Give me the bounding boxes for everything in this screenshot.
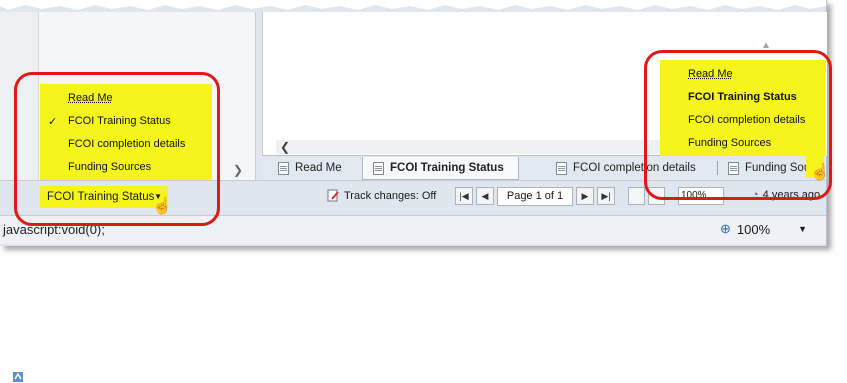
doc-icon — [373, 161, 384, 175]
first-page-button[interactable]: |◀ — [455, 187, 473, 205]
track-changes-icon — [327, 189, 339, 202]
last-page-button[interactable]: ▶| — [597, 187, 615, 205]
browser-zoom-label: 100% — [736, 221, 771, 237]
chevron-down-icon[interactable]: ▼ — [798, 224, 807, 234]
scroll-right-arrow[interactable]: ❯ — [233, 163, 243, 177]
highlight-ring-left — [14, 72, 220, 226]
tab-read-me[interactable]: Read Me — [278, 157, 342, 179]
doc-icon — [556, 161, 567, 175]
prev-page-button[interactable]: ◀ — [476, 187, 494, 205]
track-changes-label: Track changes: Off — [344, 189, 437, 202]
zoom-icon: ⊕ — [720, 221, 731, 236]
tab-fcoi-training-status[interactable]: FCOI Training Status — [362, 157, 519, 180]
page-view-icon[interactable] — [628, 187, 645, 205]
browser-zoom[interactable]: ⊕ 100% ▼ — [720, 221, 807, 237]
tab-label: FCOI Training Status — [390, 162, 504, 174]
scroll-left-arrow[interactable]: ❮ — [280, 140, 290, 154]
highlight-ring-right — [644, 50, 832, 200]
next-page-button[interactable]: ▶ — [576, 187, 594, 205]
doc-icon — [278, 161, 289, 175]
track-changes-icon[interactable] — [12, 371, 24, 383]
tab-label: Read Me — [295, 162, 342, 174]
page-indicator[interactable]: Page 1 of 1 — [497, 187, 573, 206]
track-changes-status[interactable]: Track changes: Off — [327, 189, 436, 202]
